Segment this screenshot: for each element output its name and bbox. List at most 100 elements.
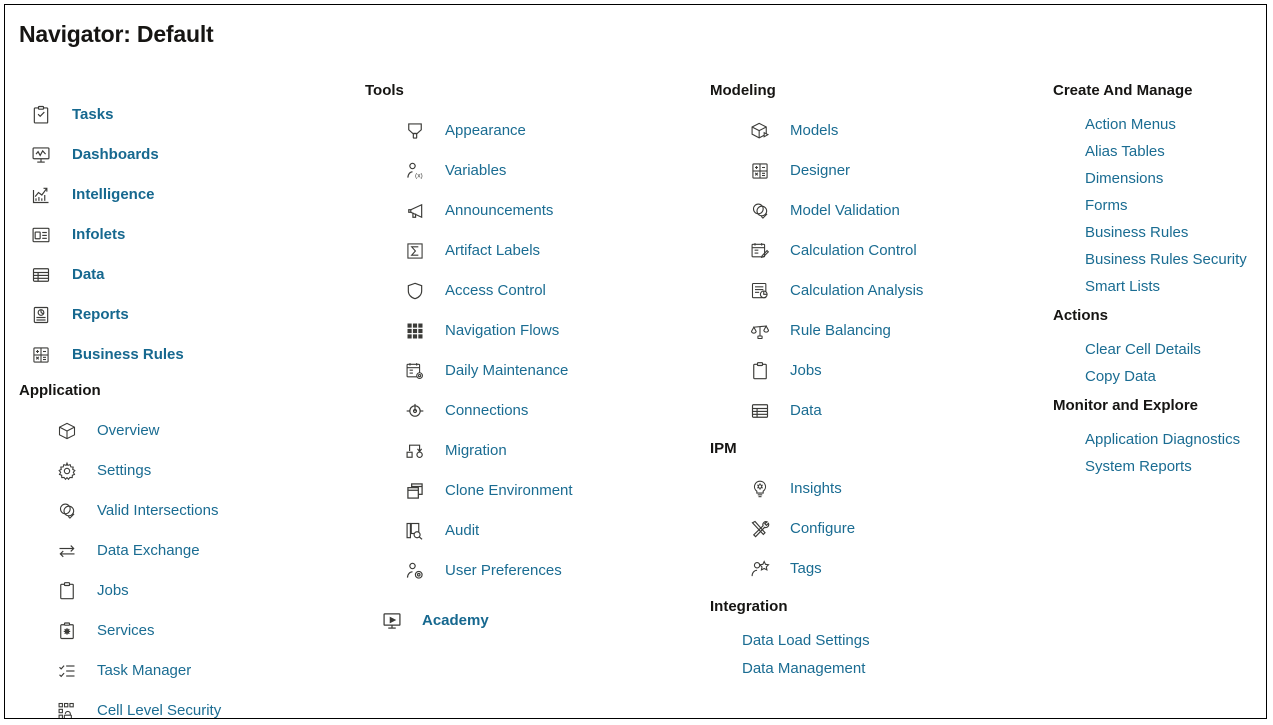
gear-icon [55, 459, 79, 483]
chart-trend-icon [29, 183, 53, 207]
navigator-panel: Navigator: Default Tasks Dashboards Inte… [4, 4, 1267, 719]
link-data-management[interactable]: Data Management [742, 655, 1045, 683]
nav-item-access-control[interactable]: Access Control [365, 271, 705, 311]
nav-item-migration[interactable]: Migration [365, 431, 705, 471]
nav-item-label: Data [790, 402, 822, 419]
nav-item-reports[interactable]: Reports [19, 295, 359, 335]
paint-marker-icon [403, 119, 427, 143]
link-business-rules[interactable]: Business Rules [1085, 219, 1263, 246]
nav-item-label: Connections [445, 402, 529, 419]
clipboard-check-icon [29, 103, 53, 127]
nav-item-infolets[interactable]: Infolets [19, 215, 359, 255]
cube-play-icon [748, 119, 772, 143]
calculator-grid-icon [29, 343, 53, 367]
nav-item-tasks[interactable]: Tasks [19, 95, 359, 135]
nav-item-model-validation[interactable]: Model Validation [710, 191, 1045, 231]
nav-item-label: Artifact Labels [445, 242, 541, 259]
nav-item-valid-intersections[interactable]: Valid Intersections [19, 491, 359, 531]
report-analysis-icon [748, 279, 772, 303]
nav-item-data-exchange[interactable]: Data Exchange [19, 531, 359, 571]
report-pie-icon [29, 303, 53, 327]
group-header-create-and-manage: Create And Manage [1053, 82, 1193, 99]
nav-item-navigation-flows[interactable]: Navigation Flows [365, 311, 705, 351]
link-business-rules-security[interactable]: Business Rules Security [1085, 246, 1263, 273]
exchange-arrows-icon [55, 539, 79, 563]
nav-item-calculation-analysis[interactable]: Calculation Analysis [710, 271, 1045, 311]
link-copy-data[interactable]: Copy Data [1085, 363, 1263, 390]
page-title: Navigator: Default [19, 21, 214, 47]
group-header-monitor-and-explore: Monitor and Explore [1053, 397, 1199, 414]
nav-item-audit[interactable]: Audit [365, 511, 705, 551]
column-primary: Tasks Dashboards Intelligence Infolets D… [19, 83, 359, 719]
nav-item-label: Clone Environment [445, 482, 573, 499]
nav-item-label: Migration [445, 442, 507, 459]
link-system-reports[interactable]: System Reports [1085, 453, 1263, 480]
nav-item-label: Cell Level Security [97, 702, 222, 719]
link-smart-lists[interactable]: Smart Lists [1085, 273, 1263, 300]
balance-scale-icon [748, 319, 772, 343]
monitor-chart-icon [29, 143, 53, 167]
nav-item-appearance[interactable]: Appearance [365, 111, 705, 151]
infolet-panels-icon [29, 223, 53, 247]
clipboard-icon [55, 579, 79, 603]
nav-item-intelligence[interactable]: Intelligence [19, 175, 359, 215]
nav-item-configure[interactable]: Configure [710, 509, 1045, 549]
nav-item-label: Calculation Control [790, 242, 917, 259]
nav-item-jobs[interactable]: Jobs [19, 571, 359, 611]
link-action-menus[interactable]: Action Menus [1085, 111, 1263, 138]
link-dimensions[interactable]: Dimensions [1085, 165, 1263, 192]
link-clear-cell-details[interactable]: Clear Cell Details [1085, 336, 1263, 363]
copy-windows-icon [403, 479, 427, 503]
nav-item-modeling-data[interactable]: Data [710, 391, 1045, 431]
nav-item-variables[interactable]: (x) Variables [365, 151, 705, 191]
nav-item-label: Task Manager [97, 662, 192, 679]
venn-check-icon [55, 499, 79, 523]
calculator-grid-icon [748, 159, 772, 183]
link-alias-tables[interactable]: Alias Tables [1085, 138, 1263, 165]
grid-table-icon [748, 399, 772, 423]
link-forms[interactable]: Forms [1085, 192, 1263, 219]
cell-lock-icon [55, 699, 79, 718]
nav-item-settings[interactable]: Settings [19, 451, 359, 491]
column-tools: Tools Appearance (x) Variables Announcem… [365, 83, 705, 641]
nav-item-task-manager[interactable]: Task Manager [19, 651, 359, 691]
nav-item-tags[interactable]: Tags [710, 549, 1045, 589]
nav-item-dashboards[interactable]: Dashboards [19, 135, 359, 175]
link-data-load-settings[interactable]: Data Load Settings [742, 627, 1045, 655]
nav-item-designer[interactable]: Designer [710, 151, 1045, 191]
nav-item-announcements[interactable]: Announcements [365, 191, 705, 231]
nav-item-cell-level-security[interactable]: Cell Level Security [19, 691, 359, 719]
user-gear-icon [403, 559, 427, 583]
nav-item-user-preferences[interactable]: User Preferences [365, 551, 705, 591]
link-application-diagnostics[interactable]: Application Diagnostics [1085, 426, 1263, 453]
user-star-icon [748, 557, 772, 581]
group-header-tools: Tools [365, 82, 404, 99]
nav-item-label: Academy [422, 612, 489, 629]
nav-item-label: Data Exchange [97, 542, 200, 559]
sigma-box-icon [403, 239, 427, 263]
services-box-icon [55, 619, 79, 643]
nav-item-overview[interactable]: Overview [19, 411, 359, 451]
nav-item-academy[interactable]: Academy [365, 601, 705, 641]
nav-item-modeling-jobs[interactable]: Jobs [710, 351, 1045, 391]
svg-text:(x): (x) [415, 173, 423, 180]
nav-item-label: Valid Intersections [97, 502, 219, 519]
clipboard-icon [748, 359, 772, 383]
migration-arrow-icon [403, 439, 427, 463]
nav-item-connections[interactable]: Connections [365, 391, 705, 431]
nav-item-daily-maintenance[interactable]: Daily Maintenance [365, 351, 705, 391]
nav-item-calculation-control[interactable]: Calculation Control [710, 231, 1045, 271]
group-header-actions: Actions [1053, 307, 1109, 324]
nav-item-services[interactable]: Services [19, 611, 359, 651]
nav-item-artifact-labels[interactable]: Artifact Labels [365, 231, 705, 271]
nav-item-clone-environment[interactable]: Clone Environment [365, 471, 705, 511]
nav-item-data[interactable]: Data [19, 255, 359, 295]
nav-item-label: Model Validation [790, 202, 900, 219]
nav-item-business-rules[interactable]: Business Rules [19, 335, 359, 375]
nav-grid-icon [403, 319, 427, 343]
nav-item-models[interactable]: Models [710, 111, 1045, 151]
nav-item-label: Business Rules [72, 346, 184, 363]
nav-item-rule-balancing[interactable]: Rule Balancing [710, 311, 1045, 351]
nav-item-insights[interactable]: Insights [710, 469, 1045, 509]
calendar-gear-icon [403, 359, 427, 383]
